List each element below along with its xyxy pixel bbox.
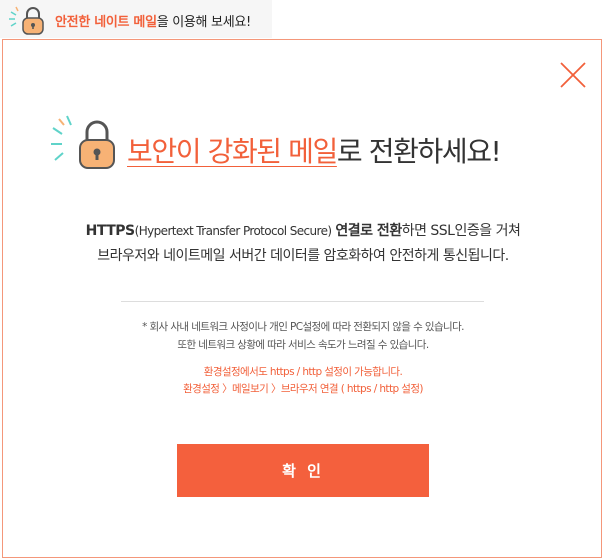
description-line-1-rest: 하면 SSL인증을 거쳐 xyxy=(401,223,521,239)
notice-line-1: * 회사 사내 네트워크 사정이나 개인 PC설정에 따라 전환되지 않을 수 … xyxy=(142,321,464,333)
https-full-name: (Hypertext Transfer Protocol Secure) xyxy=(134,224,332,238)
description-line-1: HTTPS(Hypertext Transfer Protocol Secure… xyxy=(3,220,603,240)
description-line-2: 브라우저와 네이트메일 서버간 데이터를 암호화하여 안전하게 통신됩니다. xyxy=(97,248,509,264)
settings-hint-line-1: 환경설정에서도 https / http 설정이 가능합니다. xyxy=(203,366,403,378)
promo-tab-highlight: 안전한 네이트 메일 xyxy=(55,15,157,30)
lock-icon xyxy=(9,6,44,35)
https-label: HTTPS xyxy=(85,223,135,239)
secure-mail-dialog: 보안이 강화된 메일로 전환하세요! HTTPS(Hypertext Trans… xyxy=(2,39,602,558)
page-title: 보안이 강화된 메일로 전환하세요! xyxy=(127,130,502,170)
lock-icon xyxy=(51,115,115,169)
headline-row: 보안이 강화된 메일로 전환하세요! xyxy=(49,112,569,172)
settings-hint-line-2: 환경설정 〉메일보기 〉브라우저 연결 ( https / http 설정) xyxy=(183,383,423,395)
close-icon[interactable] xyxy=(558,60,588,90)
page-title-highlight: 보안이 강화된 메일 xyxy=(127,135,338,168)
divider xyxy=(121,301,484,302)
notice-line-2: 또한 네트워크 상황에 따라 서비스 속도가 느려질 수 있습니다. xyxy=(177,339,429,351)
promo-tab[interactable]: 안전한 네이트 메일을 이용해 보세요! xyxy=(0,0,272,38)
https-switch-label: 연결로 전환 xyxy=(335,223,402,239)
promo-tab-rest: 을 이용해 보세요! xyxy=(156,15,252,30)
page-title-rest: 로 전환하세요! xyxy=(336,135,502,168)
confirm-button[interactable]: 확 인 xyxy=(177,444,429,497)
promo-tab-text: 안전한 네이트 메일을 이용해 보세요! xyxy=(55,11,251,30)
